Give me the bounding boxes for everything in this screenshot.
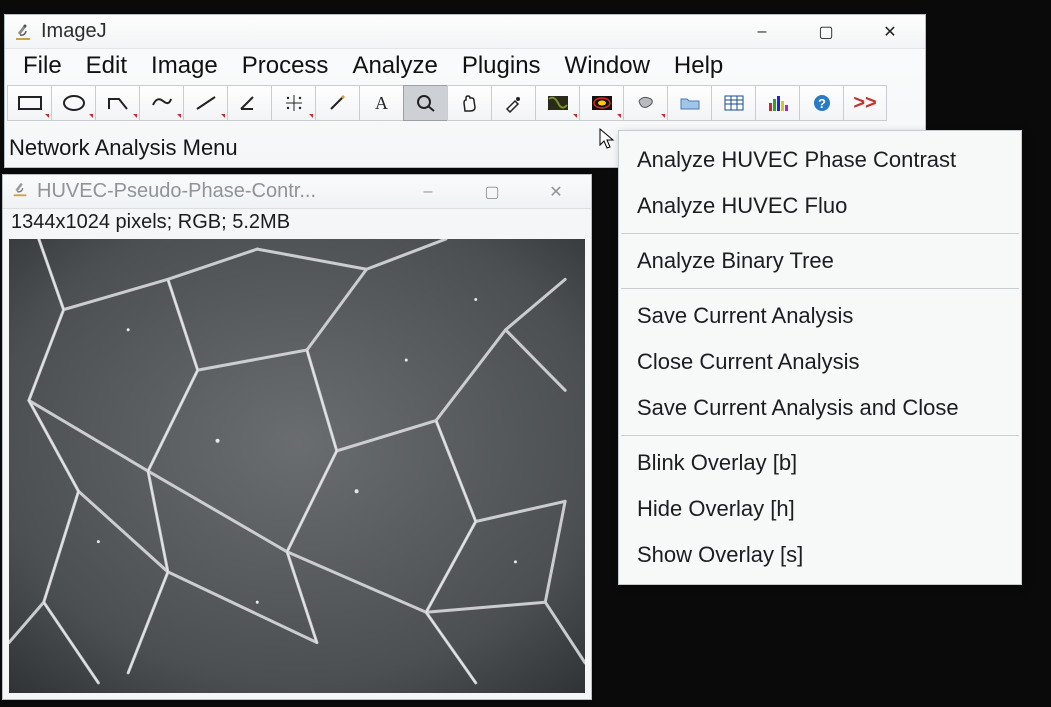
menu-process[interactable]: Process (232, 50, 341, 82)
menu-close-current-analysis[interactable]: Close Current Analysis (619, 339, 1021, 385)
toolbar-more-button[interactable]: >> (843, 85, 887, 121)
freehand-tool[interactable] (139, 85, 183, 121)
histogram-tool[interactable] (755, 85, 799, 121)
menu-window[interactable]: Window (555, 50, 662, 82)
microscope-icon (11, 180, 29, 203)
stacks-tool[interactable] (623, 85, 667, 121)
menu-show-overlay[interactable]: Show Overlay [s] (619, 532, 1021, 578)
menu-separator (621, 288, 1019, 289)
image-close-button[interactable]: ✕ (535, 179, 577, 205)
image-titlebar[interactable]: HUVEC-Pseudo-Phase-Contr... – ▢ ✕ (3, 175, 591, 209)
line-tool[interactable] (183, 85, 227, 121)
toolbar: A ? >> (5, 83, 925, 123)
menu-hide-overlay[interactable]: Hide Overlay [h] (619, 486, 1021, 532)
svg-text:?: ? (818, 96, 826, 111)
titlebar[interactable]: ImageJ – ▢ ✕ (5, 15, 925, 49)
menu-file[interactable]: File (13, 50, 74, 82)
image-info: 1344x1024 pixels; RGB; 5.2MB (3, 209, 591, 236)
menu-plugins[interactable]: Plugins (452, 50, 553, 82)
lut-tool[interactable] (579, 85, 623, 121)
oval-tool[interactable] (51, 85, 95, 121)
image-maximize-button[interactable]: ▢ (471, 179, 513, 205)
wand-tool[interactable] (315, 85, 359, 121)
polygon-tool[interactable] (95, 85, 139, 121)
image-canvas[interactable] (9, 239, 585, 693)
magnifier-tool[interactable] (403, 85, 447, 121)
menubar: File Edit Image Process Analyze Plugins … (5, 49, 925, 83)
close-button[interactable]: ✕ (869, 19, 911, 45)
menu-save-current-analysis[interactable]: Save Current Analysis (619, 293, 1021, 339)
window-controls: – ▢ ✕ (741, 19, 919, 45)
minimize-button[interactable]: – (741, 19, 783, 45)
folder-tool[interactable] (667, 85, 711, 121)
network-analysis-dropdown: Analyze HUVEC Phase Contrast Analyze HUV… (618, 130, 1022, 585)
image-window-controls: – ▢ ✕ (407, 179, 585, 205)
menu-help[interactable]: Help (664, 50, 735, 82)
menu-analyze[interactable]: Analyze (342, 50, 449, 82)
image-title: HUVEC-Pseudo-Phase-Contr... (37, 180, 316, 203)
rectangle-tool[interactable] (7, 85, 51, 121)
status-text: Network Analysis Menu (5, 133, 242, 167)
color-picker-tool[interactable] (491, 85, 535, 121)
microscope-icon (13, 22, 33, 42)
table-tool[interactable] (711, 85, 755, 121)
help-tool[interactable]: ? (799, 85, 843, 121)
menu-blink-overlay[interactable]: Blink Overlay [b] (619, 440, 1021, 486)
menu-edit[interactable]: Edit (76, 50, 139, 82)
svg-text:A: A (375, 93, 388, 113)
image-minimize-button[interactable]: – (407, 179, 449, 205)
app-title: ImageJ (41, 20, 107, 43)
menu-analyze-huvec-fluo[interactable]: Analyze HUVEC Fluo (619, 183, 1021, 229)
dev-menu-tool[interactable] (535, 85, 579, 121)
text-tool[interactable]: A (359, 85, 403, 121)
point-tool[interactable] (271, 85, 315, 121)
menu-analyze-binary-tree[interactable]: Analyze Binary Tree (619, 238, 1021, 284)
angle-tool[interactable] (227, 85, 271, 121)
menu-image[interactable]: Image (141, 50, 230, 82)
menu-separator (621, 435, 1019, 436)
menu-analyze-huvec-phase[interactable]: Analyze HUVEC Phase Contrast (619, 137, 1021, 183)
menu-save-and-close[interactable]: Save Current Analysis and Close (619, 385, 1021, 431)
menu-separator (621, 233, 1019, 234)
maximize-button[interactable]: ▢ (805, 19, 847, 45)
hand-tool[interactable] (447, 85, 491, 121)
image-window: HUVEC-Pseudo-Phase-Contr... – ▢ ✕ 1344x1… (2, 174, 592, 700)
